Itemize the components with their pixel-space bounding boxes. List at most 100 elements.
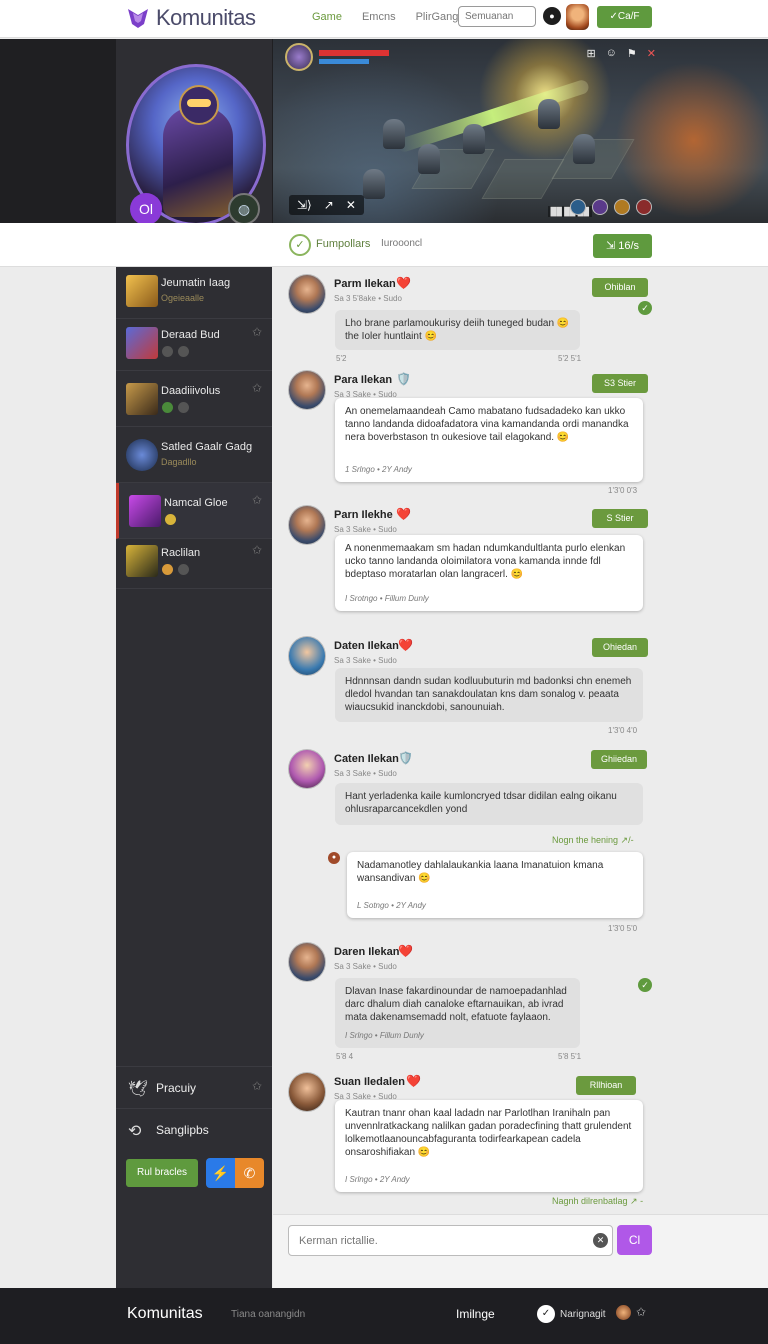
nav-link-plirgang[interactable]: PlirGang [416,11,459,23]
post-meta: Sa 3 Sake • Sudo [334,656,397,665]
user-avatar[interactable] [566,4,589,30]
avatar[interactable] [288,636,326,676]
sidebar-link-label: Sanglipbs [156,1123,209,1137]
message-text: Dlavan Inase fakardinoundar de namoepada… [345,986,567,1023]
footer [0,1288,768,1344]
post-author[interactable]: Parn Ilekhe [334,509,393,521]
post-badge[interactable]: Rllhioan [576,1076,636,1095]
post-meta: Sa 3 Sake • Sudo [334,962,397,971]
post-badge[interactable]: Ohiblan [592,278,648,297]
pin-icon[interactable]: ✩ [252,543,262,557]
game-thumbnail [126,383,158,415]
avatar[interactable] [288,370,326,410]
reply-dot-icon: ● [328,852,340,864]
bird-icon: 🕊 [128,1081,149,1098]
sidebar-item-game-6[interactable]: Raclilan ✩ [116,533,272,589]
brand[interactable]: Komunitas [126,5,256,31]
pin-icon[interactable]: ✩ [252,1079,262,1093]
app-shortcuts[interactable]: ⚡ ✆ [206,1158,264,1188]
post-author[interactable]: Caten Ilekan [334,753,399,765]
feed-post: Daten Ilekan ❤️ Sa 3 Sake • Sudo Ohiedan… [288,636,648,741]
post-badge[interactable]: Ghiiedan [591,750,647,769]
sidebar-action-button[interactable]: Rul bracles [126,1159,198,1187]
footer-avatar[interactable] [616,1305,631,1320]
sidebar-item-game-2[interactable]: Deraad Bud ✩ [116,315,272,371]
message-text: A nonenmemaakam sm hadan ndumkandultlant… [345,543,626,580]
ability-orb[interactable] [592,199,608,215]
post-note-right: 5'8 5'1 [558,1052,582,1061]
post-author[interactable]: Daren Ilekan [334,946,399,958]
message-bubble: A nonenmemaakam sm hadan ndumkandultlant… [335,535,643,611]
post-meta: Sa 3 5'8ake • Sudo [334,294,402,303]
sidebar-item-dots [165,514,176,525]
nav-link-game[interactable]: Game [312,11,342,23]
ability-orb[interactable] [614,199,630,215]
feed-post: Parn Ilekhe ❤️ Sa 3 Sake • Sudo S Stier … [288,505,648,615]
hud-action-cancel[interactable]: ✕ [346,198,356,212]
phone-app-icon[interactable]: ✆ [235,1158,264,1188]
sidebar-item-title: Satled Gaalr Gadg [161,441,253,453]
game-screenshot[interactable]: ⊞ ☺ ⚑ ✕ ██ ██ ██ ⇲⟩ ↗ ✕ [273,39,768,223]
sidebar-link-label: Pracuiy [156,1081,197,1095]
check-circle-icon: ✓ [289,234,311,256]
pin-icon[interactable]: ✩ [252,493,262,507]
laser-beam [395,78,591,154]
hud-close-icon[interactable]: ✕ [647,47,656,60]
hud-action-attack[interactable]: ↗ [324,198,334,212]
post-green-note[interactable]: Nogn the hening ↗/- [552,835,634,846]
shield-check-icon[interactable]: ✓ [537,1305,555,1323]
notification-icon[interactable]: ● [543,7,561,25]
sidebar-link-sanglipbs[interactable]: ⟲ Sanglipbs [116,1108,272,1150]
footer-brand[interactable]: Komunitas [127,1305,203,1323]
post-author[interactable]: Parm Ilekan [334,278,396,290]
flash-app-icon[interactable]: ⚡ [206,1158,235,1188]
verified-check-icon: ✓ [638,301,652,315]
message-input[interactable] [288,1225,613,1256]
send-button[interactable]: Cl [617,1225,652,1255]
pin-icon[interactable]: ✩ [252,325,262,339]
avatar[interactable] [288,505,326,545]
avatar[interactable] [288,1072,326,1112]
post-author[interactable]: Para Ilekan [334,374,392,386]
tab-fumpollars[interactable]: Fumpollars [316,238,370,250]
pin-icon[interactable]: ✩ [636,1305,646,1319]
avatar[interactable] [288,942,326,982]
footer-nav-link[interactable]: Narignagit [560,1309,606,1320]
message-meta: I Srotngo • Fillum Dunly [345,594,429,603]
ability-orb[interactable] [570,199,586,215]
sidebar-item-game-1[interactable]: Jeumatin Iaag Ogeieaalle [116,263,272,319]
sidebar-link-pracuiy[interactable]: 🕊 Pracuiy ✩ [116,1066,272,1108]
footer-language[interactable]: Imilnge [456,1307,495,1321]
portrait-badge[interactable]: Ol [130,193,162,225]
sidebar-item-title: Daadiiivolus [161,385,221,397]
sidebar-item-game-3[interactable]: Daadiiivolus ✩ [116,371,272,427]
feed-reply: ● Nadamanotley dahlalaukankia laana Iman… [288,852,648,936]
message-bubble: An onemelamaandeah Camo mabatano fudsada… [335,398,643,482]
status-dot [178,564,189,575]
pin-icon[interactable]: ✩ [252,381,262,395]
sidebar-item-game-5[interactable]: Namcal Gloe ✩ [116,483,272,539]
post-author[interactable]: Suan Iledalen [334,1076,405,1088]
post-author[interactable]: Daten Ilekan [334,640,399,652]
post-badge[interactable]: Ohiedan [592,638,648,657]
hud-action-move[interactable]: ⇲⟩ [297,198,312,212]
post-badge[interactable]: S3 Stier [592,374,648,393]
post-badge[interactable]: S Stier [592,509,648,528]
tab-iuroooncl[interactable]: Iuroooncl [381,238,422,249]
top-cta-button[interactable]: ✓Ca/F [597,6,652,28]
status-dot [162,402,173,413]
footer-tagline: Tiana oanangidn [231,1309,306,1320]
clear-icon[interactable]: ✕ [593,1233,608,1248]
hud-ability-orbs [570,199,652,215]
compose-button[interactable]: ⇲ 16/s [593,234,652,258]
post-green-note[interactable]: Nagnh dilrenbatlag ↗ - [552,1196,643,1207]
status-dot [162,346,173,357]
avatar[interactable] [288,749,326,789]
avatar[interactable] [288,274,326,314]
sidebar-item-game-4[interactable]: Satled Gaalr Gadg Dagadllo [116,427,272,483]
globe-icon[interactable]: ◍ [228,193,260,225]
search-input[interactable] [458,6,536,27]
nav-link-emcns[interactable]: Emcns [362,11,396,23]
message-bubble: Hdnnnsan dandn sudan kodluubuturin md ba… [335,668,643,722]
ability-orb[interactable] [636,199,652,215]
